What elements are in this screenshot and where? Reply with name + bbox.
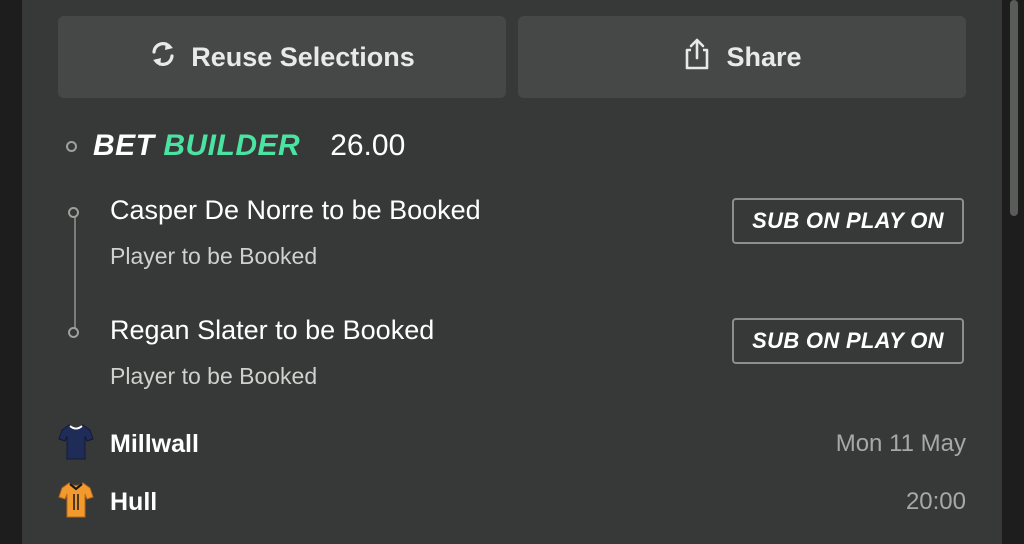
match-time: 20:00: [905, 488, 966, 515]
bet-builder-title: BET BUILDER: [93, 129, 300, 163]
selection-dot: [68, 207, 79, 218]
bet-builder-title-builder: BUILDER: [163, 129, 301, 162]
selection-market: Player to be Booked: [110, 363, 318, 389]
away-team-row: Hull 20:00: [58, 480, 966, 525]
bet-builder-title-bet: BET: [93, 129, 155, 162]
selection-dot: [68, 327, 79, 338]
share-icon: [682, 37, 726, 78]
scrollbar[interactable]: [1010, 0, 1018, 216]
bet-builder-dot: [66, 140, 77, 152]
hull-shirt-icon: [58, 480, 94, 525]
selection-title: Casper De Norre to be Booked: [110, 195, 481, 225]
selection-market: Player to be Booked: [110, 243, 318, 269]
right-edge: [1002, 0, 1024, 544]
sub-on-play-on-button[interactable]: SUB ON PLAY ON: [732, 198, 964, 244]
match-date: Mon 11 May: [835, 430, 966, 457]
bet-panel: Reuse Selections Share BET BUILDER 26.00…: [22, 0, 1002, 544]
reuse-selections-button[interactable]: Reuse Selections: [58, 16, 506, 98]
reuse-selections-label: Reuse Selections: [191, 41, 415, 72]
bet-builder-odds: 26.00: [330, 129, 406, 162]
left-edge: [0, 0, 22, 544]
bet-builder-header: BET BUILDER 26.00: [66, 124, 405, 168]
share-label: Share: [726, 41, 802, 72]
selection-title: Regan Slater to be Booked: [110, 315, 435, 345]
away-team-name: Hull: [110, 487, 158, 516]
home-team-row: Millwall Mon 11 May: [58, 422, 966, 467]
home-team-name: Millwall: [110, 429, 199, 458]
sub-on-play-on-button[interactable]: SUB ON PLAY ON: [732, 318, 964, 364]
refresh-icon: [149, 39, 191, 76]
share-button[interactable]: Share: [518, 16, 966, 98]
selection-timeline: [74, 213, 76, 333]
millwall-shirt-icon: [58, 422, 94, 467]
